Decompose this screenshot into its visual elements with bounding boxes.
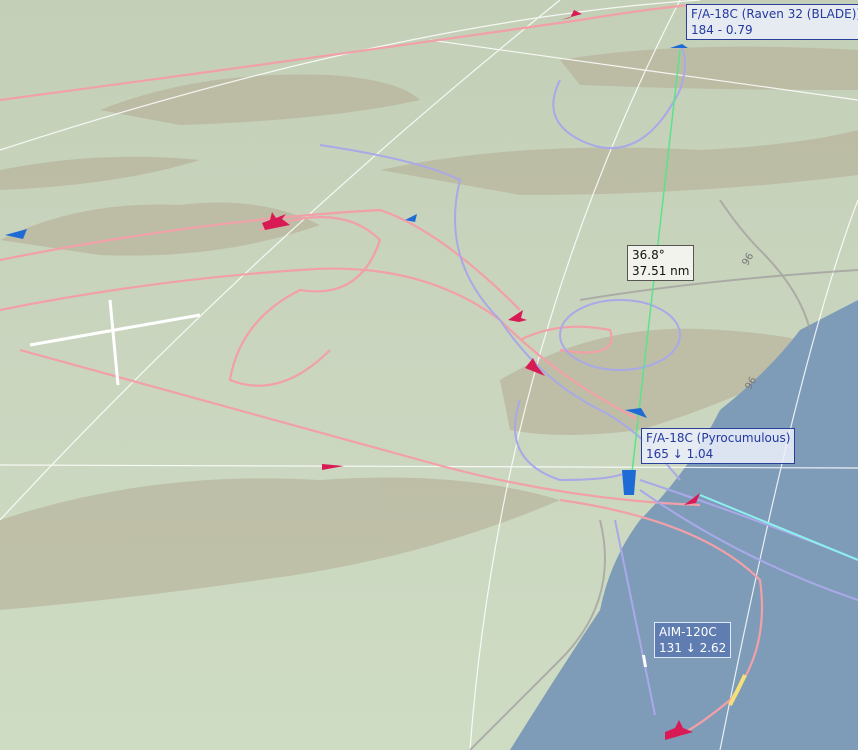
contact-title: F/A-18C (Pyrocumulous)	[646, 431, 791, 445]
measurement-bearing: 36.8°	[632, 248, 665, 262]
measurement-distance: 37.51 nm	[632, 264, 690, 278]
contact-label-aim120c[interactable]: AIM-120C 131 ↓ 2.62	[654, 622, 732, 658]
measurement-readout: 36.8° 37.51 nm	[627, 245, 695, 281]
blue-aircraft-icon	[622, 470, 636, 495]
contact-info: 184 - 0.79	[691, 23, 753, 37]
contact-label-pyrocumulous[interactable]: F/A-18C (Pyrocumulous) 165 ↓ 1.04	[641, 428, 796, 464]
contact-info: 165 ↓ 1.04	[646, 447, 714, 461]
contact-title: F/A-18C (Raven 32 (BLADE))	[691, 7, 858, 21]
contact-title: AIM-120C	[659, 625, 717, 639]
contact-label-raven32[interactable]: F/A-18C (Raven 32 (BLADE)) 184 - 0.79	[686, 4, 858, 40]
contact-info: 131 ↓ 2.62	[659, 641, 727, 655]
